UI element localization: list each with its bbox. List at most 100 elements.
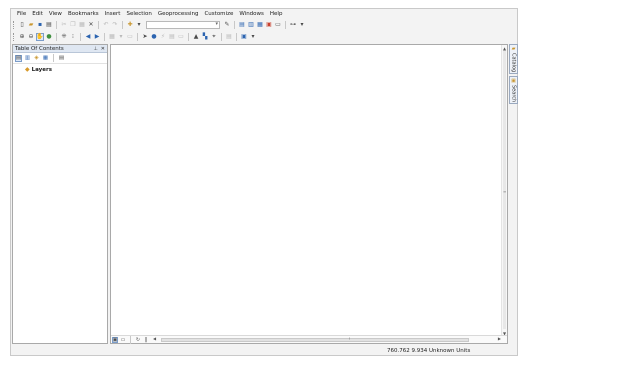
delete-icon[interactable]: ✕ bbox=[87, 21, 95, 29]
toolbar-separator bbox=[98, 21, 99, 29]
scroll-right-icon[interactable]: ▶ bbox=[498, 336, 501, 341]
menu-selection[interactable]: Selection bbox=[123, 9, 154, 19]
add-data-icon[interactable]: ✚ bbox=[126, 21, 134, 29]
menu-file[interactable]: File bbox=[14, 9, 29, 19]
tools-toolbar: ⊕ ⊖ ✋ ● ⁜ ⁝ ◀ ▶ ▦ ▾ ▭ ➤ ● ⚡ ▤ ▭ ▲ ▚ ⌖ ▤ … bbox=[11, 32, 517, 42]
toc-toolbar: ▤ ▥ ◈ ▦ ▤ bbox=[13, 53, 107, 64]
toolbar-separator bbox=[56, 33, 57, 41]
search-tab[interactable]: ▣ Search bbox=[509, 76, 518, 105]
map-scale-combo[interactable]: ▾ bbox=[146, 21, 220, 29]
new-document-icon[interactable]: ▯ bbox=[18, 21, 26, 29]
scroll-grip-icon: ≡ bbox=[503, 189, 507, 194]
go-to-xy-icon[interactable]: ⌖ bbox=[210, 33, 218, 41]
list-by-drawing-order-icon[interactable]: ▤ bbox=[15, 54, 22, 62]
status-bar: 760.762 9.934 Unknown Units bbox=[11, 346, 517, 355]
fixed-zoom-in-icon[interactable]: ⁜ bbox=[60, 33, 68, 41]
open-folder-icon[interactable]: ▰ bbox=[27, 21, 35, 29]
right-dock: ▰ Catalog ▣ Search bbox=[509, 44, 518, 124]
horizontal-scrollbar[interactable]: ◀ ⁞ ▶ bbox=[153, 335, 503, 343]
select-elements-icon[interactable]: ➤ bbox=[141, 33, 149, 41]
find-route-icon[interactable]: ▚ bbox=[201, 33, 209, 41]
list-by-source-icon[interactable]: ▥ bbox=[24, 55, 31, 62]
html-popup-icon[interactable]: ▤ bbox=[168, 33, 176, 41]
refresh-icon[interactable]: ↻ bbox=[135, 337, 141, 343]
scroll-thumb[interactable] bbox=[161, 337, 469, 342]
toolbar-grip[interactable] bbox=[13, 33, 15, 41]
catalog-window-icon[interactable]: ▥ bbox=[247, 21, 255, 29]
zoom-out-icon[interactable]: ⊖ bbox=[27, 33, 35, 41]
arcmap-window: File Edit View Bookmarks Insert Selectio… bbox=[10, 8, 518, 356]
list-by-selection-icon[interactable]: ▦ bbox=[42, 55, 49, 62]
scroll-grip-icon: ⁞ bbox=[349, 335, 351, 341]
menu-customize[interactable]: Customize bbox=[201, 9, 236, 19]
back-extent-icon[interactable]: ◀ bbox=[84, 33, 92, 41]
data-view-icon[interactable]: ▣ bbox=[112, 336, 118, 343]
menu-geoprocessing[interactable]: Geoprocessing bbox=[155, 9, 202, 19]
table-of-contents-panel: Table Of Contents ⊥ ✕ ▤ ▥ ◈ ▦ ▤ ◆ Layers bbox=[12, 44, 108, 344]
catalog-tab[interactable]: ▰ Catalog bbox=[509, 44, 518, 75]
identify-icon[interactable]: ● bbox=[150, 33, 158, 41]
toolbar-separator bbox=[234, 21, 235, 29]
full-extent-icon[interactable]: ● bbox=[45, 33, 53, 41]
table-of-contents-window-icon[interactable]: ▤ bbox=[238, 21, 246, 29]
redo-icon[interactable]: ↷ bbox=[111, 21, 119, 29]
forward-extent-icon[interactable]: ▶ bbox=[93, 33, 101, 41]
vertical-scrollbar[interactable]: ▲ ≡ ▼ bbox=[501, 45, 507, 337]
search-tab-label: Search bbox=[510, 85, 517, 103]
toc-options-icon[interactable]: ▤ bbox=[58, 55, 65, 62]
toolbar-separator bbox=[53, 54, 54, 62]
print-icon[interactable]: ▤ bbox=[45, 21, 53, 29]
close-icon[interactable]: ✕ bbox=[101, 46, 105, 52]
layout-view-icon[interactable]: ▭ bbox=[120, 337, 126, 343]
add-data-dropdown-icon[interactable]: ▾ bbox=[135, 21, 143, 29]
find-icon[interactable]: ▲ bbox=[192, 33, 200, 41]
copy-icon[interactable]: ❐ bbox=[69, 21, 77, 29]
layers-node[interactable]: ◆ Layers bbox=[13, 64, 107, 73]
toolbar-separator bbox=[122, 21, 123, 29]
menu-windows[interactable]: Windows bbox=[236, 9, 267, 19]
select-dropdown-icon[interactable]: ▾ bbox=[117, 33, 125, 41]
menu-bookmarks[interactable]: Bookmarks bbox=[65, 9, 102, 19]
zoom-in-icon[interactable]: ⊕ bbox=[18, 33, 26, 41]
create-viewer-window-icon[interactable]: ▣ bbox=[240, 33, 248, 41]
toolbar-separator bbox=[236, 33, 237, 41]
toolbar-options-icon[interactable]: ▾ bbox=[298, 21, 306, 29]
fixed-zoom-out-icon[interactable]: ⁝ bbox=[69, 33, 77, 41]
save-icon[interactable]: ▪ bbox=[36, 21, 44, 29]
toolbar-separator bbox=[104, 33, 105, 41]
model-builder-icon[interactable]: ⊶ bbox=[289, 21, 297, 29]
scroll-left-icon[interactable]: ◀ bbox=[153, 336, 156, 341]
chevron-down-icon[interactable]: ▾ bbox=[215, 21, 218, 27]
catalog-tab-label: Catalog bbox=[510, 53, 517, 73]
toc-header: Table Of Contents ⊥ ✕ bbox=[13, 45, 107, 53]
arctoolbox-icon[interactable]: ▣ bbox=[265, 21, 273, 29]
map-display[interactable]: ▲ ≡ ▼ ▣ ▭ ↻ ‖ ◀ ⁞ ▶ bbox=[110, 44, 508, 344]
toolbar-separator bbox=[80, 33, 81, 41]
search-window-icon[interactable]: ▦ bbox=[256, 21, 264, 29]
pin-icon[interactable]: ⊥ bbox=[93, 46, 97, 52]
measure-icon[interactable]: ▭ bbox=[177, 33, 185, 41]
toolbar-options-icon[interactable]: ▾ bbox=[249, 33, 257, 41]
map-view-bar: ▣ ▭ ↻ ‖ ◀ ⁞ ▶ bbox=[111, 335, 507, 344]
paste-icon[interactable]: ▦ bbox=[78, 21, 86, 29]
editor-toolbar-icon[interactable]: ✎ bbox=[223, 21, 231, 29]
time-slider-icon[interactable]: ▤ bbox=[225, 33, 233, 41]
menu-help[interactable]: Help bbox=[267, 9, 286, 19]
toolbar-separator bbox=[188, 33, 189, 41]
toolbar-separator bbox=[221, 33, 222, 41]
hyperlink-icon[interactable]: ⚡ bbox=[159, 33, 167, 41]
undo-icon[interactable]: ↶ bbox=[102, 21, 110, 29]
cut-icon[interactable]: ✂ bbox=[60, 21, 68, 29]
menu-edit[interactable]: Edit bbox=[29, 9, 46, 19]
menu-insert[interactable]: Insert bbox=[102, 9, 124, 19]
toolbar-grip[interactable] bbox=[13, 21, 15, 29]
select-features-icon[interactable]: ▦ bbox=[108, 33, 116, 41]
toc-title: Table Of Contents bbox=[15, 45, 64, 52]
menu-view[interactable]: View bbox=[46, 9, 65, 19]
pan-icon[interactable]: ✋ bbox=[36, 33, 44, 41]
toolbar-separator bbox=[130, 335, 131, 344]
python-window-icon[interactable]: ▭ bbox=[274, 21, 282, 29]
pause-drawing-icon[interactable]: ‖ bbox=[143, 337, 149, 343]
clear-selection-icon[interactable]: ▭ bbox=[126, 33, 134, 41]
list-by-visibility-icon[interactable]: ◈ bbox=[33, 55, 40, 62]
